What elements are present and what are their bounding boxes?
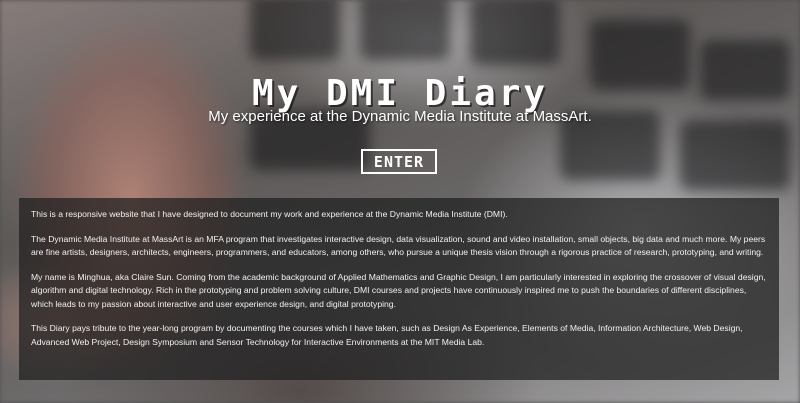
about-paragraph-courses: This Diary pays tribute to the year-long… <box>31 323 743 347</box>
enter-button[interactable]: ENTER <box>361 149 437 174</box>
about-paragraph-author: My name is Minghua, aka Claire Sun. Comi… <box>31 271 766 309</box>
about-paragraph-intro: This is a responsive website that I have… <box>31 209 508 219</box>
about-panel: This is a responsive website that I have… <box>19 198 779 380</box>
site-subtitle: My experience at the Dynamic Media Insti… <box>208 108 592 125</box>
about-paragraph-dmi: The Dynamic Media Institute at MassArt i… <box>31 233 766 258</box>
